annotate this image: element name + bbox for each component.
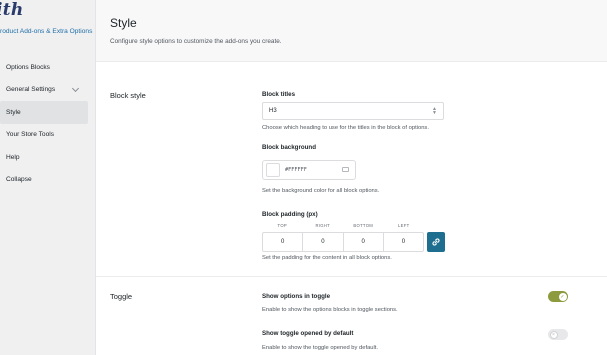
- sidebar-item-label: Collapse: [6, 176, 32, 184]
- block-background-color-picker[interactable]: #FFFFFF: [262, 160, 356, 180]
- padding-column-labels: TOP RIGHT BOTTOM LEFT: [262, 223, 424, 228]
- show-in-toggle-help: Enable to show the options blocks in tog…: [262, 307, 398, 313]
- sidebar-item-your-store-tools[interactable]: Your Store Tools: [0, 124, 88, 147]
- section-divider: [96, 276, 607, 277]
- sidebar-item-collapse[interactable]: Collapse: [0, 169, 88, 192]
- page-title: Style: [110, 16, 137, 30]
- chevron-down-icon: [71, 84, 80, 92]
- show-in-toggle-label: Show options in toggle: [262, 293, 331, 300]
- sidebar-item-label: Your Store Tools: [6, 131, 55, 139]
- sidebar-item-general-settings[interactable]: General Settings: [0, 79, 88, 102]
- padding-right-input[interactable]: 0: [303, 233, 344, 251]
- color-value: #FFFFFF: [285, 167, 307, 173]
- padding-left-label: LEFT: [398, 223, 410, 228]
- sidebar-item-label: Options Blocks: [6, 63, 50, 71]
- padding-right-label: RIGHT: [315, 223, 331, 228]
- link-padding-button[interactable]: [427, 232, 445, 252]
- select-arrows-icon: ▲ ▼: [432, 106, 437, 116]
- section-title-block-style: Block style: [110, 91, 146, 100]
- block-titles-help: Choose which heading to use for the titl…: [262, 125, 429, 131]
- block-titles-select[interactable]: H3 ▲ ▼: [262, 102, 444, 120]
- page-description: Configure style options to customize the…: [110, 38, 282, 45]
- opened-by-default-switch[interactable]: ×: [548, 329, 568, 340]
- sidebar-nav: Options Blocks General Settings Style Yo…: [0, 56, 88, 191]
- sidebar-item-label: General Settings: [6, 86, 56, 94]
- sidebar-item-label: Style: [6, 108, 21, 116]
- cross-icon: ×: [549, 330, 558, 339]
- check-icon: ✓: [558, 292, 567, 301]
- page-header: Style Configure style options to customi…: [96, 0, 607, 62]
- brand-logo: ith: [0, 0, 24, 20]
- padding-top-input[interactable]: 0: [263, 233, 304, 251]
- color-swatch[interactable]: [266, 163, 280, 177]
- padding-inputs: 0 0 0 0: [262, 232, 424, 252]
- block-padding-help: Set the padding for the content in all b…: [262, 255, 392, 261]
- sidebar-item-label: Help: [6, 153, 20, 161]
- opened-by-default-help: Enable to show the toggle opened by defa…: [262, 345, 379, 351]
- main-panel: Style Configure style options to customi…: [96, 0, 607, 355]
- block-titles-value: H3: [269, 108, 277, 114]
- block-titles-label: Block titles: [262, 91, 296, 98]
- sidebar: ith roduct Add-ons & Extra Options Optio…: [0, 0, 96, 355]
- padding-top-label: TOP: [277, 223, 287, 228]
- sidebar-item-options-blocks[interactable]: Options Blocks: [0, 56, 88, 79]
- clear-color-icon[interactable]: [342, 167, 349, 172]
- padding-bottom-input[interactable]: 0: [344, 233, 384, 251]
- block-background-help: Set the background color for all block o…: [262, 188, 380, 194]
- plugin-name[interactable]: roduct Add-ons & Extra Options: [0, 28, 92, 35]
- opened-by-default-label: Show toggle opened by default: [262, 330, 354, 337]
- sidebar-item-style[interactable]: Style: [0, 101, 88, 124]
- block-background-label: Block background: [262, 144, 316, 151]
- block-padding-label: Block padding (px): [262, 211, 318, 218]
- padding-left-input[interactable]: 0: [384, 233, 423, 251]
- link-icon: [432, 238, 440, 246]
- padding-bottom-label: BOTTOM: [353, 223, 374, 228]
- sidebar-item-help[interactable]: Help: [0, 146, 88, 169]
- show-in-toggle-switch[interactable]: ✓: [548, 291, 568, 302]
- section-title-toggle: Toggle: [110, 292, 133, 301]
